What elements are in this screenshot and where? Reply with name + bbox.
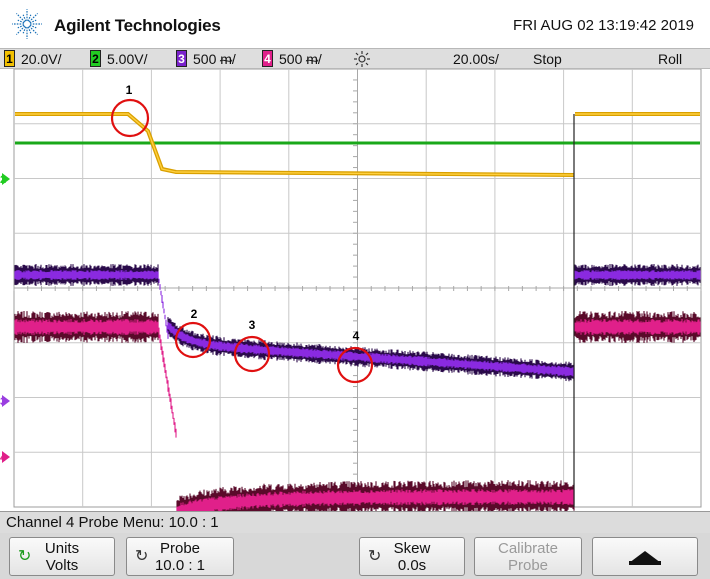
svg-text:3: 3 (0, 396, 6, 408)
waveform-graticule: 2 3 4 1 2 3 4 (0, 69, 702, 511)
channel-3-badge: 3 (176, 50, 187, 67)
channel-3-ground-marker[interactable]: 3 (0, 395, 10, 408)
units-softkey[interactable]: ↻ Units Volts (9, 537, 115, 576)
channel-3-scale-value: 500 ᵯ/ (193, 51, 236, 67)
svg-text:3: 3 (249, 318, 256, 332)
skew-title: Skew (393, 540, 431, 557)
calibrate-title: Calibrate (497, 540, 559, 557)
svg-text:2: 2 (0, 174, 6, 186)
skew-softkey[interactable]: ↻ Skew 0.0s (359, 537, 465, 576)
channel-2-ground-marker[interactable]: 2 (0, 173, 10, 186)
channel-2-badge: 2 (90, 50, 101, 67)
probe-softkey[interactable]: ↻ Probe 10.0 : 1 (126, 537, 234, 576)
units-title: Units (44, 540, 80, 557)
run-state[interactable]: Stop (533, 50, 562, 68)
channel-3-trace-right-core (574, 270, 701, 280)
menu-title: Channel 4 Probe Menu: 10.0 : 1 (0, 511, 710, 533)
channel-4-trace-right-core (574, 319, 701, 335)
channel-1-badge: 1 (4, 50, 15, 67)
probe-title: Probe (159, 540, 201, 557)
date-time: FRI AUG 02 13:19:42 2019 (513, 17, 694, 34)
channel-4-scale[interactable]: 4 500 ᵯ/ (262, 50, 322, 68)
svg-text:4: 4 (0, 452, 7, 464)
waveform-display[interactable]: 2 3 4 1 2 3 4 (0, 69, 710, 511)
timebase[interactable]: 20.00s/ (453, 50, 499, 68)
back-up-softkey[interactable] (592, 537, 698, 576)
agilent-spark-logo-icon (12, 9, 42, 39)
svg-text:1: 1 (126, 83, 133, 97)
channel-4-badge: 4 (262, 50, 273, 67)
svg-text:2: 2 (191, 307, 198, 321)
svg-text:4: 4 (353, 329, 360, 343)
skew-value: 0.0s (397, 557, 427, 574)
channel-1-scale-value: 20.0V/ (21, 51, 62, 67)
probe-value: 10.0 : 1 (154, 557, 206, 574)
calibrate-value: Probe (507, 557, 549, 574)
channel-2-scale[interactable]: 2 5.00V/ (90, 50, 147, 68)
channel-2-scale-value: 5.00V/ (107, 51, 148, 67)
channel-4-ground-marker[interactable]: 4 (0, 451, 10, 464)
units-value: Volts (45, 557, 79, 574)
channel-3-scale[interactable]: 3 500 ᵯ/ (176, 50, 236, 68)
brand-name: Agilent Technologies (54, 16, 221, 35)
acquisition-mode[interactable]: Roll (658, 50, 682, 68)
channel-status-bar: 1 20.0V/ 2 5.00V/ 3 500 ᵯ/ 4 500 ᵯ/ 20.00s/ … (0, 48, 710, 69)
channel-4-scale-value: 500 ᵯ/ (279, 51, 322, 67)
channel-1-scale[interactable]: 1 20.0V/ (4, 50, 61, 68)
sun-trigger-icon[interactable] (352, 50, 372, 68)
calibrate-probe-softkey[interactable]: Calibrate Probe (474, 537, 582, 576)
channel-3-trace-left-core (14, 270, 159, 280)
softkey-bar: ↻ Units Volts ↻ Probe 10.0 : 1 ↻ Skew 0.… (0, 533, 710, 579)
header: Agilent Technologies FRI AUG 02 13:19:42… (0, 0, 710, 48)
